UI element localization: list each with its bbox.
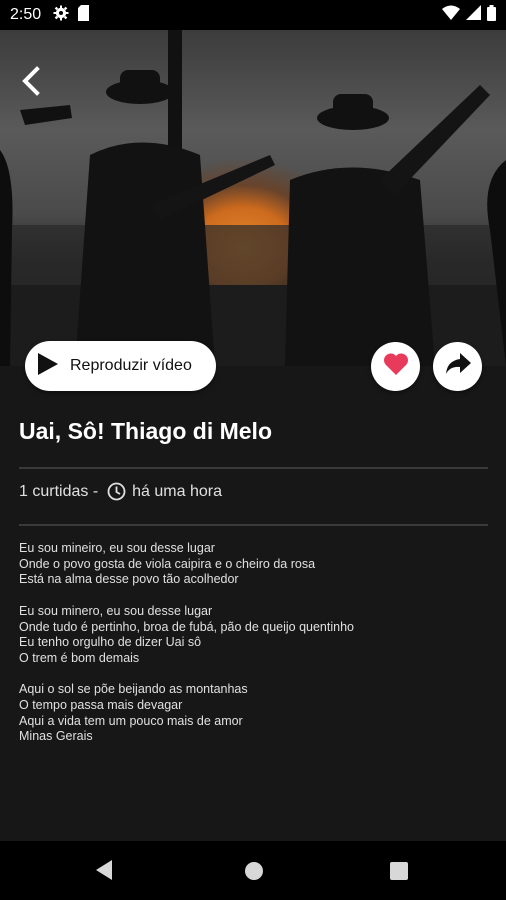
lyrics: Eu sou mineiro, eu sou desse lugar Onde …	[19, 541, 354, 761]
wifi-icon	[442, 5, 460, 25]
lyrics-line: Eu sou minero, eu sou desse lugar	[19, 603, 213, 618]
video-thumbnail[interactable]	[0, 30, 506, 366]
lyrics-stanza: Eu sou minero, eu sou desse lugar Onde t…	[19, 604, 354, 667]
status-time: 2:50	[10, 6, 42, 23]
play-video-label: Reproduzir vídeo	[70, 357, 192, 374]
clock-icon	[107, 482, 126, 501]
back-arrow-icon	[22, 66, 40, 96]
song-meta: 1 curtidas - há uma hora	[19, 482, 222, 501]
signal-icon	[466, 5, 481, 25]
home-circle-icon[interactable]	[244, 861, 264, 881]
recents-square-icon[interactable]	[390, 862, 408, 880]
lyrics-line: O trem é bom demais	[19, 650, 140, 665]
sim-card-icon	[77, 4, 90, 26]
lyrics-line: Aqui a vida tem um pouco mais de amor	[19, 713, 243, 728]
lyrics-line: Minas Gerais	[19, 729, 93, 744]
share-icon	[445, 353, 471, 380]
lyrics-line: Onde o povo gosta de viola caipira e o c…	[19, 556, 316, 571]
divider	[19, 524, 488, 526]
status-bar: 2:50	[0, 0, 506, 30]
like-button[interactable]	[371, 342, 420, 391]
heart-icon	[383, 352, 409, 381]
gear-icon	[53, 5, 69, 26]
share-button[interactable]	[433, 342, 482, 391]
system-nav-bar	[0, 841, 506, 900]
lyrics-stanza: Aqui o sol se põe beijando as montanhas …	[19, 682, 354, 745]
lyrics-line: O tempo passa mais devagar	[19, 698, 183, 712]
lyrics-line: Aqui o sol se põe beijando as montanhas	[19, 682, 248, 697]
back-button[interactable]	[14, 64, 48, 98]
song-title: Uai, Sô! Thiago di Melo	[19, 418, 272, 444]
lyrics-line: Está na alma desse povo tão acolhedor	[19, 572, 239, 587]
play-icon	[38, 352, 58, 380]
lyrics-line: Onde tudo é pertinho, broa de fubá, pão …	[19, 619, 354, 634]
back-triangle-icon[interactable]	[94, 859, 114, 881]
play-video-button[interactable]: Reproduzir vídeo	[25, 341, 216, 391]
likes-count: 1 curtidas -	[19, 482, 99, 500]
posted-time: há uma hora	[132, 482, 222, 500]
divider	[19, 467, 488, 469]
battery-icon	[487, 4, 496, 26]
lyrics-stanza: Eu sou mineiro, eu sou desse lugar Onde …	[19, 541, 354, 588]
lyrics-line: Eu sou mineiro, eu sou desse lugar	[19, 541, 215, 555]
lyrics-line: Eu tenho orgulho de dizer Uai sô	[19, 635, 202, 650]
